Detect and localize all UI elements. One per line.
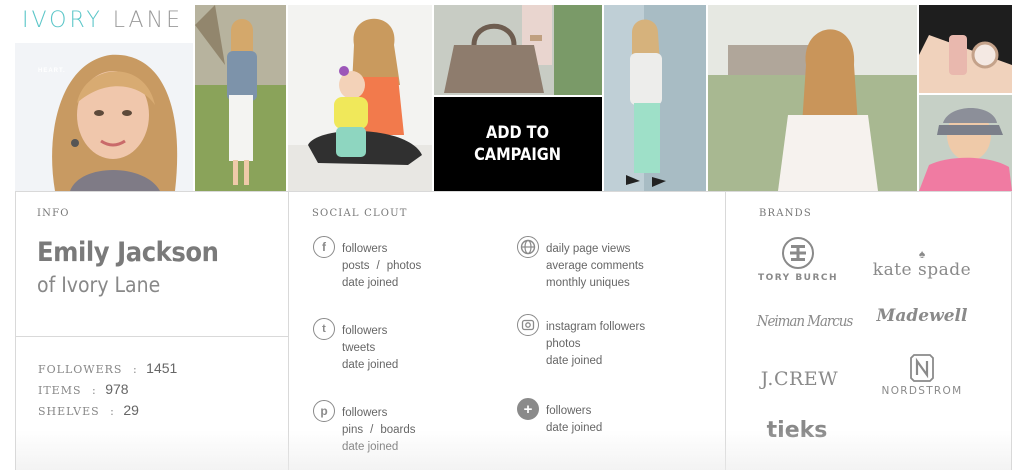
monthly-uniques: monthly uniques (546, 277, 630, 289)
pinterest-pins: pins (342, 424, 364, 436)
instagram-followers: instagram followers (546, 321, 646, 333)
photo-wall-outfit[interactable] (604, 5, 706, 191)
stat-value: 29 (123, 402, 139, 418)
photo-mother-child[interactable] (288, 5, 432, 191)
pinterest-boards: boards (380, 424, 416, 436)
brand-tory-burch[interactable]: TORY BURCH (752, 236, 844, 283)
pinterest-date-joined: date joined (342, 441, 399, 453)
facebook-photos: photos (386, 260, 422, 272)
spade-icon: ♠ (918, 247, 926, 261)
stat-sep: : (110, 405, 115, 418)
photo-headband[interactable] (919, 95, 1012, 191)
brand-nordstrom[interactable]: NORDSTROM (872, 354, 972, 397)
plus-icon: + (517, 398, 539, 420)
brand-label: TORY BURCH (757, 273, 839, 283)
twitter-date-joined: date joined (342, 359, 399, 371)
stat-label: ITEMS (38, 384, 82, 397)
profile-details-panel: INFO Emily Jackson of Ivory Lane FOLLOWE… (15, 191, 1012, 470)
brand-label: Neiman Marcus (756, 312, 854, 330)
social-section-label: SOCIAL CLOUT (312, 208, 408, 219)
stat-value: 1451 (146, 360, 178, 376)
logo-lane: LANE (112, 8, 183, 33)
brand-tieks[interactable]: tieks (752, 418, 842, 443)
stat-label: FOLLOWERS (38, 363, 123, 376)
brand-kate-spade[interactable]: ♠ kate spade (872, 248, 972, 280)
stat-label: SHELVES (38, 405, 100, 418)
photo-handbag[interactable] (434, 5, 602, 95)
brand-neiman-marcus[interactable]: Neiman Marcus (752, 312, 854, 330)
stat-items: ITEMS : 978 (38, 381, 129, 397)
plus-date-joined: date joined (546, 422, 603, 434)
pinterest-followers: followers (342, 407, 388, 419)
separator: / (376, 260, 380, 272)
brands-section-label: BRANDS (759, 208, 812, 219)
blog-name: of Ivory Lane (37, 273, 161, 297)
add-to-campaign-button[interactable]: ADD TO CAMPAIGN (434, 97, 602, 191)
facebook-posts: posts (342, 260, 370, 272)
plus-followers: followers (546, 405, 592, 417)
stat-sep: : (132, 363, 138, 376)
twitter-icon: t (313, 318, 335, 340)
facebook-posts-photos: posts / photos (342, 258, 421, 275)
info-section-label: INFO (37, 208, 70, 219)
average-comments: average comments (546, 260, 644, 272)
stat-value: 978 (105, 381, 129, 397)
brand-label: Madewell (876, 306, 968, 326)
brand-label: NORDSTROM (881, 385, 963, 397)
profile-photo[interactable] (15, 43, 193, 191)
daily-page-views: daily page views (546, 243, 631, 255)
facebook-icon: f (313, 236, 335, 258)
photo-watch[interactable] (919, 5, 1012, 93)
brand-jcrew[interactable]: J.CREW (752, 368, 847, 390)
brand-logo[interactable]: IVORY LANE (22, 8, 183, 33)
instagram-icon (517, 314, 539, 336)
divider-2 (725, 192, 726, 470)
separator: / (370, 424, 374, 436)
twitter-followers: followers (342, 325, 388, 337)
facebook-date-joined: date joined (342, 277, 399, 289)
facebook-followers: followers (342, 243, 388, 255)
logo-ivory: IVORY (22, 8, 103, 33)
brand-label: tieks (766, 418, 828, 443)
brand-label: kate spade (872, 260, 972, 280)
brand-madewell[interactable]: Madewell (872, 306, 972, 326)
stat-shelves: SHELVES : 29 (38, 402, 139, 418)
pinterest-icon: p (313, 400, 335, 422)
heart-tag: HEART. (38, 68, 66, 74)
brand-label: J.CREW (760, 368, 839, 390)
tory-burch-logo-icon (782, 237, 814, 269)
portrait-image (15, 43, 193, 191)
bottom-fade (16, 430, 1011, 470)
stat-followers: FOLLOWERS : 1451 (38, 360, 177, 376)
blogger-name: Emily Jackson (37, 237, 219, 268)
divider-1 (288, 192, 289, 470)
globe-icon (517, 236, 539, 258)
add-to-campaign-label: ADD TO CAMPAIGN (474, 123, 562, 165)
twitter-tweets: tweets (342, 342, 376, 354)
stat-sep: : (92, 384, 97, 397)
instagram-photos: photos (546, 338, 581, 350)
photo-field-portrait[interactable] (708, 5, 917, 191)
photo-park-outfit[interactable] (195, 5, 286, 191)
info-divider (16, 336, 288, 337)
nordstrom-logo-icon (910, 354, 934, 382)
photo-strip: IVORY LANE HEART. ADD TO CAMPAIGN (0, 0, 1024, 191)
instagram-date-joined: date joined (546, 355, 603, 367)
pinterest-pins-boards: pins / boards (342, 422, 415, 439)
